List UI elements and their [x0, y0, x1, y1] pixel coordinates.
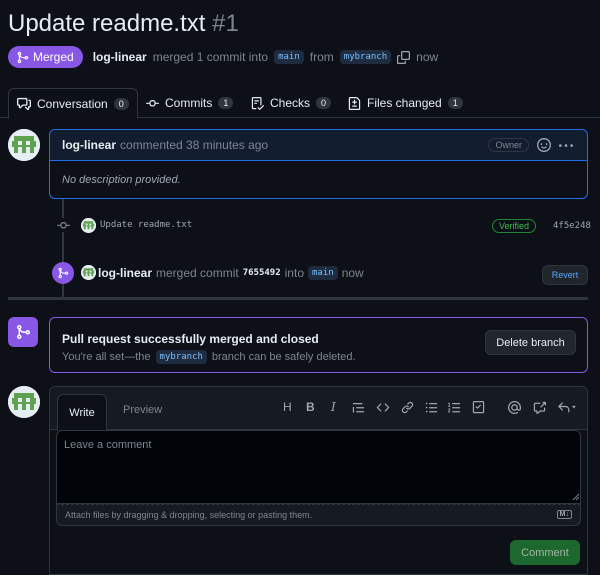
heading-button[interactable]: H: [283, 400, 292, 414]
comment-action[interactable]: commented 38 minutes ago: [120, 138, 268, 152]
mention-icon[interactable]: [508, 401, 521, 414]
head-branch-label[interactable]: mybranch: [339, 50, 392, 64]
merge-event-action: merged commit: [156, 266, 239, 280]
cross-reference-icon[interactable]: [533, 401, 546, 414]
commit-icon: [146, 99, 159, 107]
reply-dropdown-icon[interactable]: [557, 401, 577, 414]
git-merge-icon: [17, 325, 31, 339]
editor-tabs: Write Preview H B I: [50, 387, 587, 431]
tab-conversation-count: 0: [113, 97, 129, 110]
pr-author-link[interactable]: log-linear: [93, 50, 147, 64]
comment-submit-button[interactable]: Comment: [510, 540, 580, 565]
resize-handle-icon[interactable]: [572, 493, 580, 501]
pr-title-text: Update readme.txt: [8, 10, 206, 37]
pr-time: now: [416, 50, 439, 64]
delete-branch-button[interactable]: Delete branch: [485, 330, 576, 355]
merge-event-badge: [52, 262, 74, 284]
deletable-branch-label[interactable]: mybranch: [155, 350, 207, 364]
identicon-icon: [81, 218, 96, 233]
tab-checks-label: Checks: [270, 96, 311, 110]
new-comment-form: Write Preview H B I Leave a comment Atta…: [49, 386, 588, 575]
quote-icon[interactable]: [352, 401, 365, 414]
pr-meta: Merged log-linear merged 1 commit into m…: [8, 46, 438, 68]
tab-files-changed-count: 1: [447, 97, 463, 109]
comment-header: log-linear commented 38 minutes ago Owne…: [50, 130, 587, 161]
markdown-icon[interactable]: M↓: [556, 510, 572, 519]
merge-event-time: now: [341, 266, 364, 280]
commit-author-avatar[interactable]: [81, 218, 96, 233]
commit-icon: [56, 221, 70, 229]
copy-icon[interactable]: [397, 50, 411, 64]
checklist-icon: [251, 96, 264, 110]
bold-button[interactable]: B: [306, 400, 315, 414]
verified-badge[interactable]: Verified: [492, 219, 537, 233]
git-merge-icon: [17, 51, 29, 63]
commit-sha-link[interactable]: 4f5e248: [553, 221, 591, 231]
merge-target-branch[interactable]: main: [308, 266, 338, 280]
italic-button[interactable]: I: [331, 400, 336, 414]
current-user-avatar[interactable]: [8, 386, 40, 418]
merge-status-box: Pull request successfully merged and clo…: [49, 317, 588, 373]
merge-status-text-after: branch can be safely deleted.: [211, 351, 356, 363]
comment-author[interactable]: log-linear: [62, 138, 116, 152]
pr-tabs: Conversation 0 Commits 1 Checks 0 Files …: [0, 88, 600, 119]
comment-body: No description provided.: [62, 174, 181, 186]
merge-commit-sha-link[interactable]: 7655492: [243, 268, 281, 278]
tasklist-icon[interactable]: [472, 401, 485, 414]
tab-conversation-label: Conversation: [37, 96, 108, 111]
base-branch-label[interactable]: main: [274, 50, 304, 64]
tab-checks[interactable]: Checks 0: [251, 88, 332, 118]
tab-checks-count: 0: [316, 97, 332, 109]
merge-event-into: into: [284, 266, 304, 280]
tab-files-changed-label: Files changed: [367, 96, 442, 110]
revert-button[interactable]: Revert: [542, 265, 588, 285]
merged-status-badge: Merged: [8, 46, 83, 68]
git-merge-icon: [58, 267, 69, 279]
commit-node: [54, 218, 72, 232]
owner-badge: Owner: [488, 138, 529, 152]
merge-event-author[interactable]: log-linear: [98, 266, 152, 280]
timeline-divider: [8, 297, 588, 300]
merged-status-label: Merged: [33, 50, 74, 64]
merge-status-title: Pull request successfully merged and clo…: [62, 332, 319, 346]
pr-title: Update readme.txt #1: [8, 10, 239, 38]
pr-description-comment: log-linear commented 38 minutes ago Owne…: [49, 129, 588, 199]
merge-author-avatar[interactable]: [81, 265, 96, 280]
pr-summary: merged 1 commit into: [152, 50, 269, 64]
pr-number: #1: [212, 10, 239, 37]
tab-commits-count: 1: [218, 97, 234, 109]
from-text: from: [309, 50, 334, 64]
tab-files-changed[interactable]: Files changed 1: [348, 88, 463, 118]
kebab-horizontal-icon[interactable]: [559, 139, 573, 153]
merge-event-text: log-linear merged commit 7655492 into ma…: [98, 266, 364, 280]
attach-files-text: Attach files by dragging & dropping, sel…: [65, 510, 313, 520]
preview-tab[interactable]: Preview: [123, 404, 162, 416]
file-diff-icon: [348, 96, 361, 110]
avatar[interactable]: [8, 129, 40, 161]
commit-message-link[interactable]: Update readme.txt: [100, 220, 192, 230]
tab-conversation[interactable]: Conversation 0: [8, 88, 138, 119]
list-ordered-icon[interactable]: [448, 401, 461, 414]
tab-commits[interactable]: Commits 1: [146, 88, 234, 118]
comment-textarea[interactable]: Leave a comment: [56, 430, 581, 504]
code-icon[interactable]: [376, 401, 390, 414]
smiley-icon[interactable]: [537, 138, 551, 152]
identicon-icon: [8, 129, 40, 161]
comment-discussion-icon: [17, 97, 31, 110]
identicon-icon: [8, 386, 40, 418]
merged-status-icon: [8, 317, 38, 347]
list-unordered-icon[interactable]: [425, 401, 438, 414]
identicon-icon: [81, 265, 96, 280]
write-tab[interactable]: Write: [57, 394, 107, 431]
merge-status-text-before: You're all set—the: [62, 351, 151, 363]
attach-files-bar[interactable]: Attach files by dragging & dropping, sel…: [56, 504, 581, 526]
merge-status-text: You're all set—the mybranch branch can b…: [62, 350, 356, 364]
tab-commits-label: Commits: [165, 96, 213, 110]
link-icon[interactable]: [401, 401, 414, 414]
